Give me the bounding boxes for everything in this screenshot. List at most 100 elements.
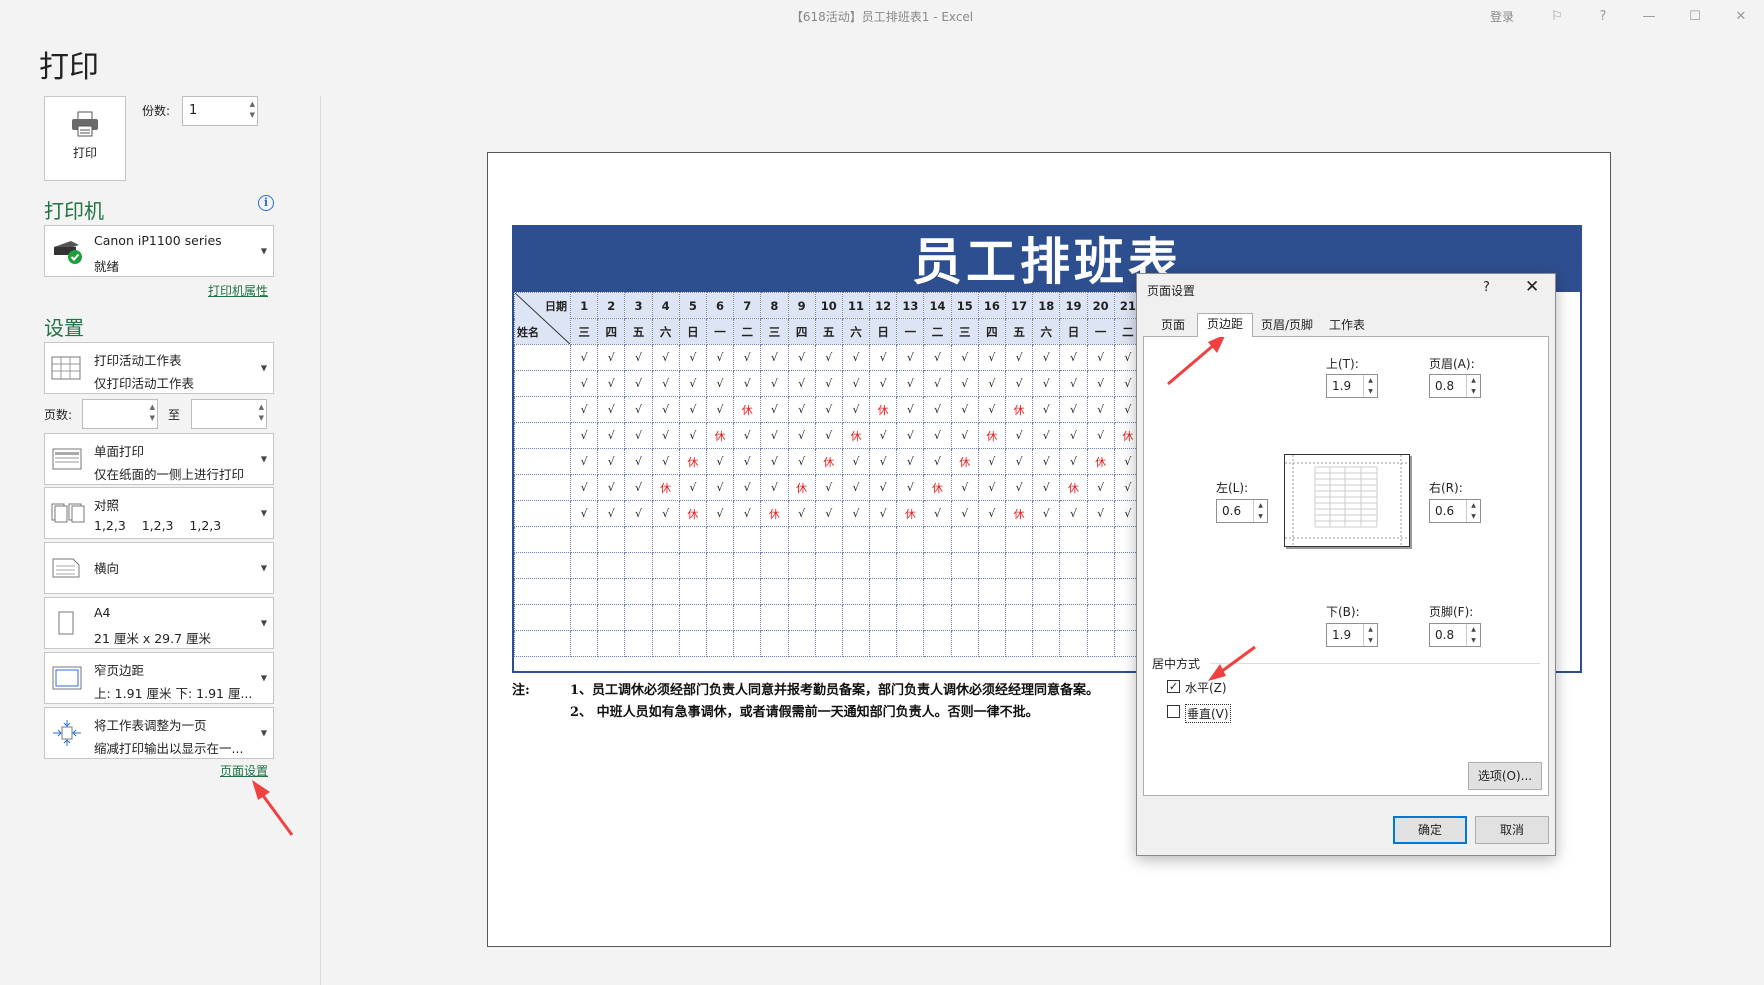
shift-cell: 休 <box>1086 448 1115 475</box>
horizontal-checkbox[interactable]: ✓ <box>1167 680 1180 693</box>
shift-cell <box>651 630 680 657</box>
print-button[interactable]: 打印 <box>44 96 126 181</box>
help-icon[interactable]: ? <box>1580 9 1626 24</box>
scaling-icon <box>53 720 81 746</box>
shift-cell <box>1086 630 1115 657</box>
day-header: 17 <box>1004 292 1034 319</box>
paper-size-dropdown[interactable]: A4 21 厘米 x 29.7 厘米 ▼ <box>44 597 274 649</box>
footer-margin-spinner[interactable]: ▲ ▼ <box>1466 624 1480 646</box>
page-to-input[interactable]: ▲ ▼ <box>191 399 267 429</box>
margins-dropdown[interactable]: 窄页边距 上: 1.91 厘米 下: 1.91 厘... ▼ <box>44 652 274 704</box>
shift-cell <box>1059 578 1088 605</box>
vertical-checkbox[interactable] <box>1167 705 1180 718</box>
tab-sheet[interactable]: 工作表 <box>1321 315 1373 336</box>
employee-name-cell <box>514 474 571 501</box>
feedback-icon[interactable]: ⚐ <box>1534 9 1580 24</box>
shift-cell: √ <box>569 396 599 423</box>
collate-dropdown[interactable]: 对照 1,2,3 1,2,3 1,2,3 ▼ <box>44 487 274 539</box>
bottom-margin-spinner[interactable]: ▲ ▼ <box>1363 624 1377 646</box>
print-what-dropdown[interactable]: 打印活动工作表 仅打印活动工作表 ▼ <box>44 342 274 394</box>
shift-cell: √ <box>869 474 898 501</box>
right-margin-input[interactable]: 0.6 ▲ ▼ <box>1429 499 1481 523</box>
shift-cell: √ <box>814 396 843 423</box>
header-margin-input[interactable]: 0.8 ▲ ▼ <box>1429 374 1481 398</box>
shift-cell <box>678 630 707 657</box>
shift-cell: √ <box>733 448 762 475</box>
top-margin-spinner[interactable]: ▲ ▼ <box>1363 375 1377 397</box>
footer-margin-input[interactable]: 0.8 ▲ ▼ <box>1429 623 1481 647</box>
weekday-header: 一 <box>1086 318 1115 345</box>
minimize-icon[interactable]: — <box>1626 9 1672 24</box>
employee-name-cell <box>514 396 571 423</box>
dialog-help-button[interactable]: ? <box>1483 280 1490 295</box>
margins-panel: 上(T): 1.9 ▲ ▼ 页眉(A): 0.8 ▲ ▼ 左(L): 0.6 ▲ ▼ <box>1143 336 1549 796</box>
shift-cell: √ <box>624 448 653 475</box>
day-header: 18 <box>1032 292 1061 319</box>
shift-cell: √ <box>597 448 626 475</box>
login-link[interactable]: 登录 <box>1490 8 1514 25</box>
ok-button[interactable]: 确定 <box>1393 816 1467 844</box>
dialog-close-button[interactable]: ✕ <box>1525 277 1539 297</box>
scaling-dropdown[interactable]: 将工作表调整为一页 缩减打印输出以显示在一... ▼ <box>44 707 274 759</box>
page-to-spinner[interactable]: ▲ ▼ <box>259 402 264 424</box>
day-header: 6 <box>705 292 735 319</box>
tab-header-footer[interactable]: 页眉/页脚 <box>1255 315 1319 336</box>
printer-dropdown[interactable]: Canon iP1100 series 就绪 ▼ <box>44 225 274 277</box>
paper-size-icon <box>58 611 74 635</box>
shift-cell: √ <box>841 474 871 501</box>
left-margin-input[interactable]: 0.6 ▲ ▼ <box>1216 499 1268 523</box>
shift-cell <box>1032 630 1061 657</box>
top-margin-input[interactable]: 1.9 ▲ ▼ <box>1326 374 1378 398</box>
shift-cell: √ <box>597 396 626 423</box>
shift-cell <box>624 578 653 605</box>
info-icon[interactable]: i <box>258 195 274 211</box>
maximize-icon[interactable]: ☐ <box>1672 9 1718 24</box>
shift-cell <box>841 604 871 631</box>
shift-cell <box>651 578 680 605</box>
tab-page[interactable]: 页面 <box>1151 315 1195 336</box>
header-margin-spinner[interactable]: ▲ ▼ <box>1466 375 1480 397</box>
orientation-dropdown[interactable]: 横向 ▼ <box>44 542 274 594</box>
tab-margins[interactable]: 页边距 <box>1197 313 1253 337</box>
shift-cell <box>950 604 979 631</box>
name-header: 姓名 <box>517 326 539 339</box>
shift-cell: √ <box>1059 396 1088 423</box>
shift-cell: √ <box>950 344 979 371</box>
shift-cell <box>705 552 735 579</box>
shift-cell <box>977 578 1007 605</box>
footer-margin-label: 页脚(F): <box>1429 605 1474 619</box>
cancel-button[interactable]: 取消 <box>1475 816 1549 844</box>
bottom-margin-input[interactable]: 1.9 ▲ ▼ <box>1326 623 1378 647</box>
printer-name: Canon iP1100 series <box>94 233 222 248</box>
options-button[interactable]: 选项(O)... <box>1468 762 1542 790</box>
shift-cell: √ <box>896 370 925 397</box>
page-from-spinner[interactable]: ▲ ▼ <box>150 402 155 424</box>
right-margin-spinner[interactable]: ▲ ▼ <box>1466 500 1480 522</box>
left-margin-spinner[interactable]: ▲ ▼ <box>1253 500 1267 522</box>
arrow-to-page-setup-link <box>252 780 294 836</box>
shift-cell <box>950 630 979 657</box>
copies-input[interactable]: 1 ▲ ▼ <box>182 96 258 126</box>
close-icon[interactable]: ✕ <box>1718 9 1764 24</box>
shift-cell <box>678 526 707 553</box>
page-setup-link[interactable]: 页面设置 <box>220 762 268 779</box>
page-from-input[interactable]: ▲ ▼ <box>82 399 158 429</box>
sheet-icon <box>51 356 81 380</box>
day-header: 8 <box>760 292 789 319</box>
shift-cell: √ <box>705 474 735 501</box>
printer-properties-link[interactable]: 打印机属性 <box>208 282 268 299</box>
group-divider <box>1210 663 1540 664</box>
sides-dropdown[interactable]: 单面打印 仅在纸面的一侧上进行打印 ▼ <box>44 433 274 485</box>
copies-spinner[interactable]: ▲ ▼ <box>250 99 255 121</box>
shift-cell: √ <box>1032 448 1061 475</box>
shift-cell: √ <box>705 370 735 397</box>
landscape-icon <box>52 558 80 578</box>
shift-cell <box>977 552 1007 579</box>
shift-cell <box>1004 526 1034 553</box>
shift-cell: √ <box>1086 344 1115 371</box>
shift-cell: √ <box>923 500 952 527</box>
shift-cell <box>950 552 979 579</box>
chevron-down-icon: ▼ <box>260 563 267 573</box>
page-setup-dialog: 页面设置 ? ✕ 页面 页边距 页眉/页脚 工作表 上(T): 1.9 ▲ ▼ 页眉… <box>1136 273 1556 856</box>
shift-cell: √ <box>678 474 707 501</box>
